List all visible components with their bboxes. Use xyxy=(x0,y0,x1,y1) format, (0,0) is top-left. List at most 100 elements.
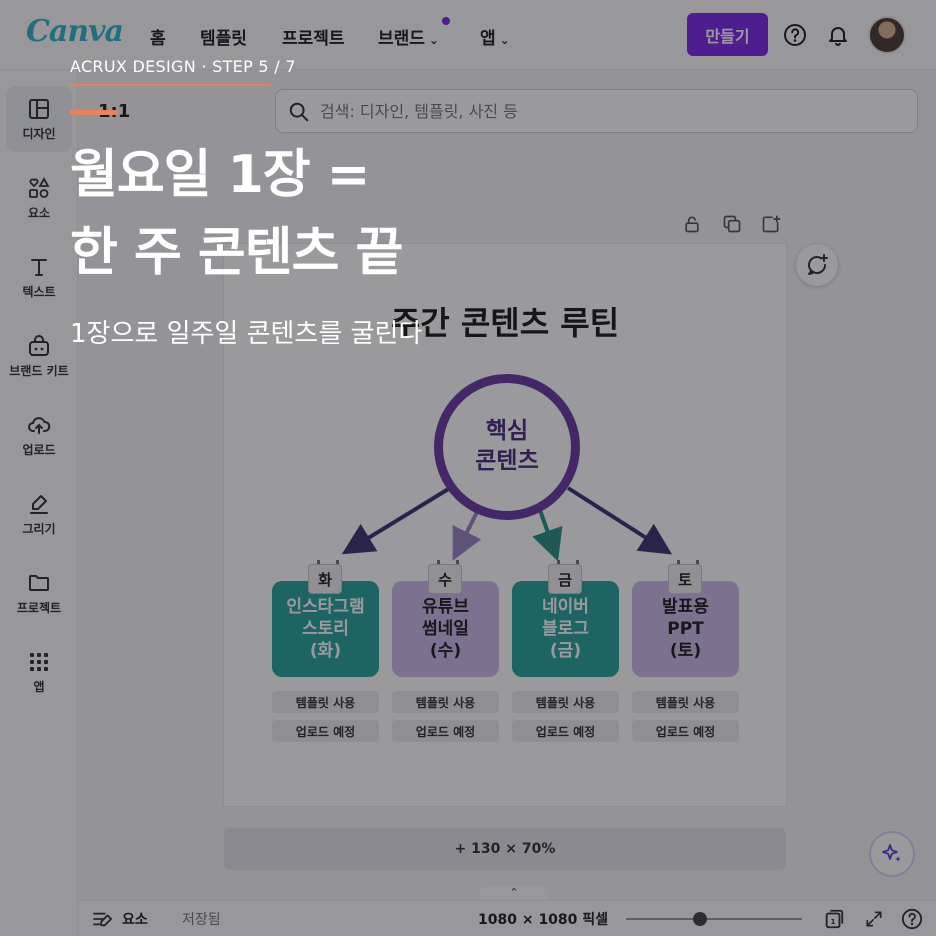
calendar-tab-wed: 수 xyxy=(428,560,462,594)
core-line: 핵심 xyxy=(485,418,529,445)
bell-icon[interactable] xyxy=(825,22,851,48)
nav-brand-label: 브랜드 xyxy=(378,29,425,49)
left-sidebar: 디자인 요소 텍스트 브랜드 키트 업로드 그리기 프로젝트 앱 xyxy=(0,70,78,936)
search-icon xyxy=(289,102,309,122)
create-button[interactable]: 만들기 xyxy=(687,13,768,56)
card-line: 발표용 xyxy=(662,596,709,617)
page-count-button[interactable]: 1 xyxy=(823,908,845,930)
sparkle-icon xyxy=(882,844,901,862)
sidebar-item-brand-kit[interactable]: 브랜드 키트 xyxy=(6,323,72,389)
sidebar-item-design[interactable]: 디자인 xyxy=(6,86,72,152)
design-icon xyxy=(29,98,49,119)
card-line: (화) xyxy=(309,641,342,662)
canvas-size-label: 1:1 xyxy=(98,101,131,122)
day-card-tue: 인스타그램 스토리 (화) xyxy=(272,581,379,677)
folder-icon xyxy=(29,574,49,591)
brand-kit-icon xyxy=(29,334,49,356)
chip-upload-planned: 업로드 예정 xyxy=(392,720,499,742)
add-comment-button[interactable] xyxy=(796,244,838,286)
avatar[interactable] xyxy=(868,16,906,54)
nav-templates[interactable]: 템플릿 xyxy=(200,24,247,49)
nav-brand[interactable]: 브랜드 ⌄ xyxy=(378,24,439,49)
chevron-down-icon: ⌄ xyxy=(428,33,439,47)
day-card-wed: 유튜브 썸네일 (수) xyxy=(392,581,499,677)
sidebar-item-upload[interactable]: 업로드 xyxy=(6,402,72,468)
draw-icon xyxy=(30,494,48,514)
lock-icon[interactable] xyxy=(680,212,704,236)
nav-home[interactable]: 홈 xyxy=(150,24,166,49)
card-line: (금) xyxy=(549,641,582,662)
card-line: PPT xyxy=(667,618,704,639)
notes-icon xyxy=(93,912,113,927)
bottom-bar: 요소 저장됨 1080 × 1080 픽셀 1 xyxy=(78,900,936,936)
sidebar-item-label: 그리기 xyxy=(22,521,56,536)
nav-apps[interactable]: 앱 ⌄ xyxy=(480,24,510,49)
elements-icon xyxy=(29,176,50,198)
sidebar-item-label: 텍스트 xyxy=(22,284,56,299)
add-page-button[interactable]: + 130 × 70% xyxy=(224,828,786,870)
canvas-dimensions: 1080 × 1080 픽셀 xyxy=(478,912,609,928)
sidebar-item-label: 업로드 xyxy=(22,442,56,457)
day-card-sat: 발표용 PPT (토) xyxy=(632,581,739,677)
card-line: 썸네일 xyxy=(422,618,469,639)
core-content-circle: 핵심 콘텐츠 xyxy=(434,374,580,520)
card-line: 블로그 xyxy=(542,618,589,639)
fullscreen-icon[interactable] xyxy=(863,908,885,930)
chip-upload-planned: 업로드 예정 xyxy=(512,720,619,742)
zoom-slider[interactable] xyxy=(626,918,802,920)
sidebar-item-label: 디자인 xyxy=(22,126,56,141)
zoom-slider-thumb[interactable] xyxy=(692,912,707,926)
card-line: (수) xyxy=(429,641,462,662)
page-count: 1 xyxy=(831,917,836,926)
nav-projects[interactable]: 프로젝트 xyxy=(282,24,345,49)
calendar-tab-tue: 화 xyxy=(308,560,342,594)
nav-home-label: 홈 xyxy=(150,29,166,49)
chip-upload-planned: 업로드 예정 xyxy=(272,720,379,742)
add-page-icon[interactable] xyxy=(759,212,783,236)
search-box[interactable] xyxy=(275,89,918,133)
help-icon[interactable] xyxy=(782,22,808,48)
nav-apps-label: 앱 xyxy=(480,29,496,49)
chip-use-template: 템플릿 사용 xyxy=(632,691,739,713)
canva-logo[interactable]: Canva xyxy=(26,14,124,49)
headline-line-1: 월요일 1장 = xyxy=(70,145,370,205)
upload-icon xyxy=(28,416,51,434)
card-line: 네이버 xyxy=(542,596,589,617)
magic-assistant-button[interactable] xyxy=(869,831,915,877)
card-line: 스토리 xyxy=(302,618,349,639)
chip-use-template: 템플릿 사용 xyxy=(272,691,379,713)
calendar-tab-sat: 토 xyxy=(668,560,702,594)
nav-projects-label: 프로젝트 xyxy=(282,29,345,49)
chevron-down-icon: ⌄ xyxy=(499,33,510,47)
text-icon xyxy=(31,258,47,276)
card-line: 인스타그램 xyxy=(286,596,365,617)
calendar-tab-fri: 금 xyxy=(548,560,582,594)
sidebar-item-label: 앱 xyxy=(33,679,45,694)
core-line: 콘텐츠 xyxy=(475,448,539,474)
help-icon[interactable] xyxy=(901,908,923,930)
sidebar-item-text[interactable]: 텍스트 xyxy=(6,244,72,310)
card-line: 유튜브 xyxy=(422,596,469,617)
step-underline xyxy=(70,84,271,86)
chip-use-template: 템플릿 사용 xyxy=(512,691,619,713)
sidebar-item-label: 요소 xyxy=(27,205,51,220)
comment-plus-icon xyxy=(808,254,828,275)
sidebar-item-label: 브랜드 키트 xyxy=(9,363,69,378)
nav-templates-label: 템플릿 xyxy=(200,29,247,49)
chip-use-template: 템플릿 사용 xyxy=(392,691,499,713)
apps-grid-icon xyxy=(30,652,48,671)
sidebar-item-draw[interactable]: 그리기 xyxy=(6,481,72,547)
sidebar-item-elements[interactable]: 요소 xyxy=(6,165,72,231)
search-input[interactable] xyxy=(320,90,900,132)
design-page[interactable]: 주간 콘텐츠 루틴 핵심 콘텐츠 인스타그램 스토리 (화) 화 템플릿 사용 … xyxy=(224,244,786,806)
notes-button[interactable]: 요소 xyxy=(122,909,148,929)
sidebar-item-apps[interactable]: 앱 xyxy=(6,639,72,705)
notification-dot xyxy=(442,17,450,25)
duplicate-page-icon[interactable] xyxy=(720,212,744,236)
day-card-fri: 네이버 블로그 (금) xyxy=(512,581,619,677)
top-bar: Canva 홈 템플릿 프로젝트 브랜드 ⌄ 앱 ⌄ 만들기 xyxy=(0,0,936,70)
sidebar-item-projects[interactable]: 프로젝트 xyxy=(6,560,72,626)
chevron-up-icon: ⌃ xyxy=(509,886,519,899)
save-status: 저장됨 xyxy=(182,912,221,928)
pages-icon: 1 xyxy=(825,909,844,929)
